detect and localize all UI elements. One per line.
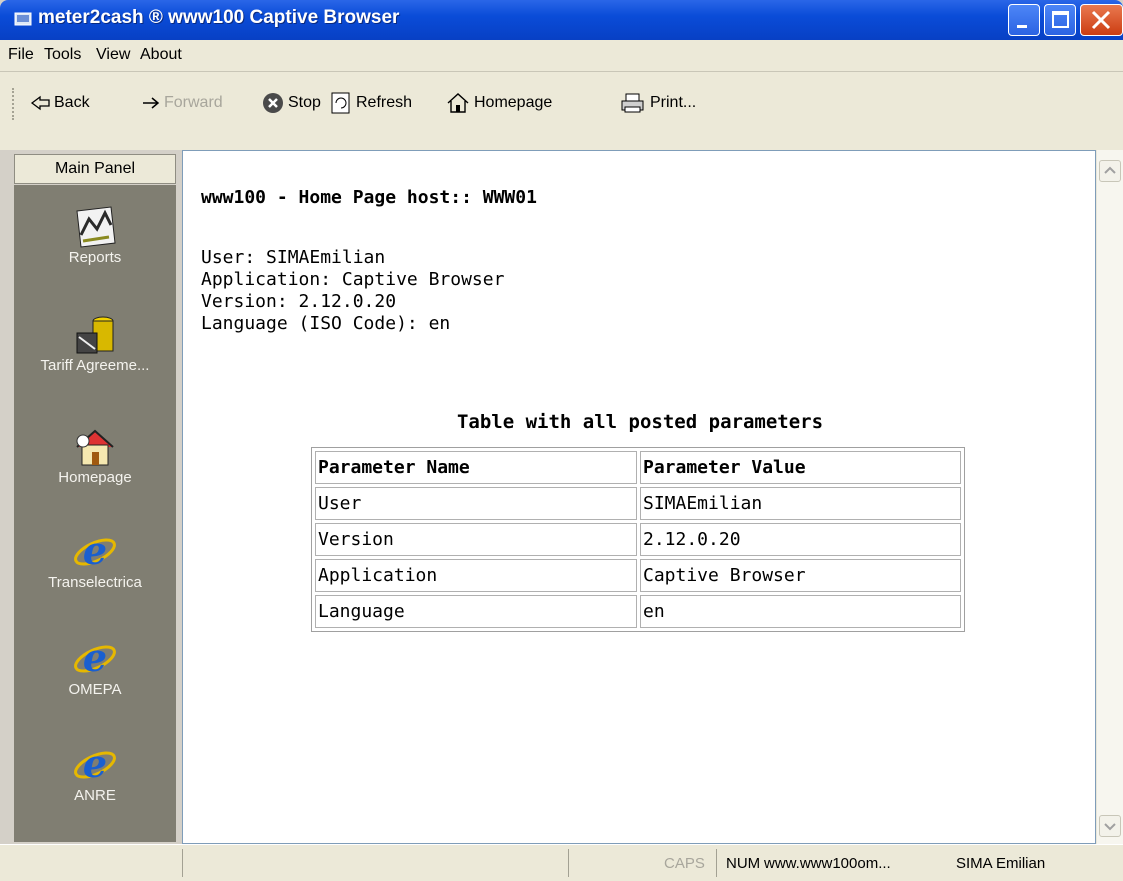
- sidebar: Reports Tariff Agreeme... Homepage e Tra…: [14, 185, 176, 842]
- sidebar-item-transelectrica[interactable]: e Transelectrica: [14, 530, 176, 591]
- table-row: Version 2.12.0.20: [315, 523, 961, 556]
- homepage-button[interactable]: Homepage: [446, 88, 552, 118]
- table-row: Application Captive Browser: [315, 559, 961, 592]
- caps-indicator: CAPS: [664, 855, 705, 872]
- stop-label: Stop: [288, 94, 321, 111]
- sidebar-item-label: OMEPA: [68, 681, 122, 698]
- reports-icon: [76, 206, 116, 248]
- vertical-scrollbar[interactable]: [1096, 150, 1123, 844]
- title-bar: meter2cash ® www100 Captive Browser: [0, 0, 1123, 40]
- parameter-value: SIMAEmilian: [640, 487, 961, 520]
- parameter-name: Application: [315, 559, 637, 592]
- parameter-name: User: [315, 487, 637, 520]
- ie-icon: e: [74, 743, 116, 786]
- maximize-icon: [1052, 11, 1069, 28]
- column-header: Parameter Name: [315, 451, 637, 484]
- close-button[interactable]: [1080, 4, 1123, 36]
- status-url: www.www100om...: [764, 855, 891, 872]
- sidebar-item-label: Reports: [68, 249, 122, 266]
- status-divider: [182, 849, 183, 877]
- refresh-button[interactable]: Refresh: [330, 88, 412, 118]
- menu-about[interactable]: About: [140, 46, 182, 64]
- status-divider: [716, 849, 717, 877]
- ie-icon: e: [74, 530, 116, 573]
- main-panel-header[interactable]: Main Panel: [14, 154, 176, 184]
- table-row: Language en: [315, 595, 961, 628]
- toolbar-grip[interactable]: [12, 88, 18, 120]
- minimize-icon: [1017, 25, 1027, 28]
- browser-content: www100 - Home Page host:: WWW01 User: SI…: [182, 150, 1096, 844]
- table-row: User SIMAEmilian: [315, 487, 961, 520]
- back-label: Back: [54, 94, 90, 111]
- num-indicator: NUM: [726, 855, 761, 872]
- menu-tools[interactable]: Tools: [44, 46, 81, 64]
- page-title: www100 - Home Page host:: WWW01: [201, 187, 537, 208]
- menu-bar: File Tools View About: [0, 40, 1123, 72]
- stop-button[interactable]: Stop: [262, 88, 321, 118]
- column-header: Parameter Value: [640, 451, 961, 484]
- stop-icon: [263, 93, 283, 113]
- info-language: Language (ISO Code): en: [201, 313, 451, 334]
- sidebar-item-anre[interactable]: e ANRE: [14, 743, 176, 804]
- info-application: Application: Captive Browser: [201, 269, 505, 290]
- svg-text:e: e: [83, 743, 107, 786]
- parameter-value: 2.12.0.20: [640, 523, 961, 556]
- back-button[interactable]: Back: [30, 88, 90, 118]
- sidebar-item-label: Tariff Agreeme...: [40, 357, 150, 374]
- parameter-value: Captive Browser: [640, 559, 961, 592]
- forward-button[interactable]: Forward: [142, 88, 223, 118]
- svg-text:e: e: [83, 637, 107, 680]
- info-user: User: SIMAEmilian: [201, 247, 386, 268]
- app-icon: [14, 12, 32, 26]
- chevron-up-icon: [1104, 166, 1116, 174]
- table-caption: Table with all posted parameters: [456, 411, 824, 433]
- sidebar-item-reports[interactable]: Reports: [14, 205, 176, 266]
- sidebar-item-label: ANRE: [74, 787, 116, 804]
- forward-arrow-icon: [143, 97, 160, 109]
- refresh-label: Refresh: [356, 94, 413, 111]
- parameters-table: Parameter Name Parameter Value User SIMA…: [311, 447, 965, 632]
- svg-text:e: e: [83, 530, 107, 573]
- window-title: meter2cash ® www100 Captive Browser: [38, 7, 400, 28]
- table-header-row: Parameter Name Parameter Value: [315, 451, 961, 484]
- sidebar-item-label: Transelectrica: [48, 574, 142, 591]
- close-icon: [1091, 10, 1111, 30]
- scroll-up-button[interactable]: [1099, 160, 1121, 182]
- chevron-down-icon: [1104, 823, 1116, 831]
- status-bar: CAPS NUM www.www100om... SIMA Emilian: [0, 844, 1123, 881]
- parameter-name: Version: [315, 523, 637, 556]
- scroll-down-button[interactable]: [1099, 815, 1121, 837]
- menu-view[interactable]: View: [96, 46, 130, 64]
- print-button[interactable]: Print...: [620, 88, 696, 118]
- home-icon: [447, 93, 469, 113]
- forward-label: Forward: [164, 94, 223, 111]
- parameter-name: Language: [315, 595, 637, 628]
- info-version: Version: 2.12.0.20: [201, 291, 397, 312]
- sidebar-item-omepa[interactable]: e OMEPA: [14, 637, 176, 698]
- sidebar-item-label: Homepage: [58, 469, 132, 486]
- tariff-icon: [76, 316, 114, 354]
- sidebar-item-homepage[interactable]: Homepage: [14, 425, 176, 486]
- back-arrow-icon: [30, 95, 50, 111]
- printer-icon: [621, 93, 644, 113]
- sidebar-item-tariff-agreements[interactable]: Tariff Agreeme...: [14, 313, 176, 374]
- ie-icon: e: [74, 637, 116, 680]
- minimize-button[interactable]: [1008, 4, 1040, 36]
- menu-file[interactable]: File: [8, 46, 34, 64]
- print-label: Print...: [650, 94, 697, 111]
- house-icon: [76, 429, 114, 466]
- homepage-label: Homepage: [474, 94, 553, 111]
- status-user: SIMA Emilian: [956, 855, 1046, 872]
- maximize-button[interactable]: [1044, 4, 1076, 36]
- status-divider: [568, 849, 569, 877]
- toolbar: Back Forward Stop Refresh Homepage Print…: [0, 72, 1123, 150]
- refresh-icon: [331, 92, 350, 114]
- parameter-value: en: [640, 595, 961, 628]
